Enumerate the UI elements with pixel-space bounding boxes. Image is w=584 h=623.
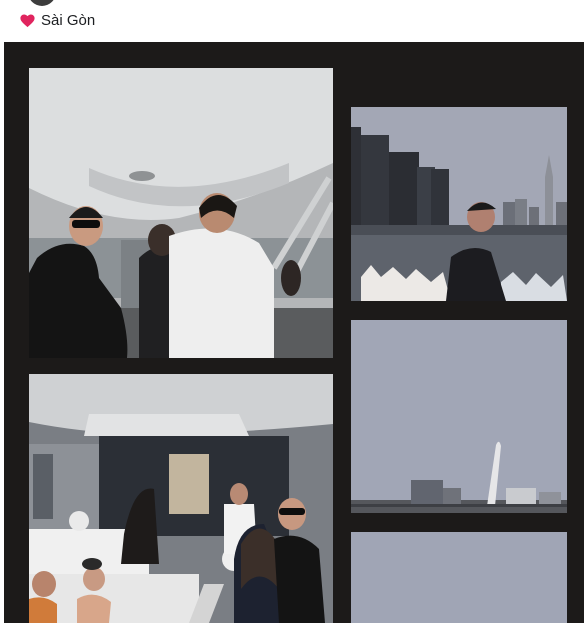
photo-city-skyline-river[interactable] [351,107,567,301]
photo-bridge-skyline-sky[interactable] [351,320,567,513]
location-label[interactable]: Sài Gòn [41,12,95,30]
photo-yacht-cabin-guests[interactable] [29,374,333,623]
heart-icon [20,14,35,28]
photo-sky-partial[interactable] [351,532,567,623]
photo-gallery [4,42,584,623]
photo-yacht-deck-people[interactable] [29,68,333,358]
avatar[interactable] [28,0,56,6]
post-header: Sài Gòn [0,0,584,42]
